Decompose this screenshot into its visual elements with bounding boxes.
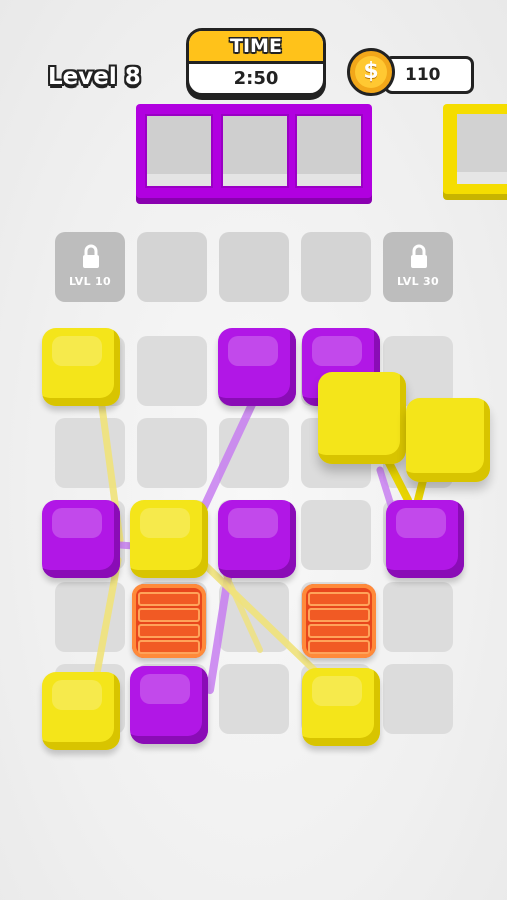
purple-block[interactable] [130, 666, 208, 744]
board-cell[interactable] [137, 336, 207, 406]
brick-row [138, 624, 200, 638]
board-cell[interactable] [219, 582, 289, 652]
yellow-block[interactable] [42, 672, 120, 750]
level-label: Level 8 [48, 64, 141, 90]
board-cell[interactable] [55, 418, 125, 488]
lock-icon [411, 244, 427, 268]
staging-slot[interactable] [219, 232, 289, 302]
brick-row [138, 592, 200, 606]
coin-amount: 110 [405, 65, 441, 85]
lock-label: LVL 30 [397, 275, 439, 288]
locked-slot-2[interactable]: LVL 30 [383, 232, 453, 302]
yellow-block[interactable] [130, 500, 208, 578]
block-shine [312, 336, 362, 366]
brick-row [308, 608, 370, 622]
board-cell[interactable] [137, 418, 207, 488]
brick-row [138, 640, 200, 654]
brick-row [138, 608, 200, 622]
yellow-block-lifted[interactable] [406, 398, 490, 482]
lock-label: LVL 10 [69, 275, 111, 288]
yellow-block[interactable] [302, 668, 380, 746]
block-shine [312, 676, 362, 706]
yellow-collection-tray [443, 104, 507, 194]
brick-row [308, 624, 370, 638]
purple-block[interactable] [386, 500, 464, 578]
lock-icon [83, 244, 99, 268]
tray-slot [145, 114, 213, 188]
tray-slot [457, 114, 507, 184]
brick-row [308, 640, 370, 654]
timer-panel: TIME 2:50 [186, 28, 326, 96]
brick-row [308, 592, 370, 606]
yellow-block-lifted[interactable] [318, 372, 406, 464]
block-shine [52, 508, 102, 538]
block-shine [140, 674, 190, 704]
board-cell[interactable] [219, 418, 289, 488]
tray-slot [221, 114, 289, 188]
staging-slot[interactable] [301, 232, 371, 302]
purple-block[interactable] [42, 500, 120, 578]
purple-collection-tray [136, 104, 372, 198]
purple-block[interactable] [218, 500, 296, 578]
block-shine [52, 336, 102, 366]
staging-slot[interactable] [137, 232, 207, 302]
purple-block[interactable] [218, 328, 296, 406]
coin-icon: $ [347, 48, 395, 96]
board-cell[interactable] [383, 582, 453, 652]
brick-obstacle [132, 584, 206, 658]
board-cell[interactable] [301, 500, 371, 570]
coin-symbol: $ [355, 56, 387, 88]
brick-obstacle [302, 584, 376, 658]
tray-slot [295, 114, 363, 188]
block-shine [140, 508, 190, 538]
block-shine [396, 508, 446, 538]
board-cell[interactable] [55, 582, 125, 652]
board-cell[interactable] [219, 664, 289, 734]
block-shine [228, 336, 278, 366]
coin-counter: 110 [384, 56, 474, 94]
yellow-block[interactable] [42, 328, 120, 406]
board-cell[interactable] [383, 664, 453, 734]
timer-value: 2:50 [233, 68, 279, 89]
block-shine [52, 680, 102, 710]
locked-slot-1[interactable]: LVL 10 [55, 232, 125, 302]
timer-title: TIME [189, 31, 323, 64]
block-shine [228, 508, 278, 538]
